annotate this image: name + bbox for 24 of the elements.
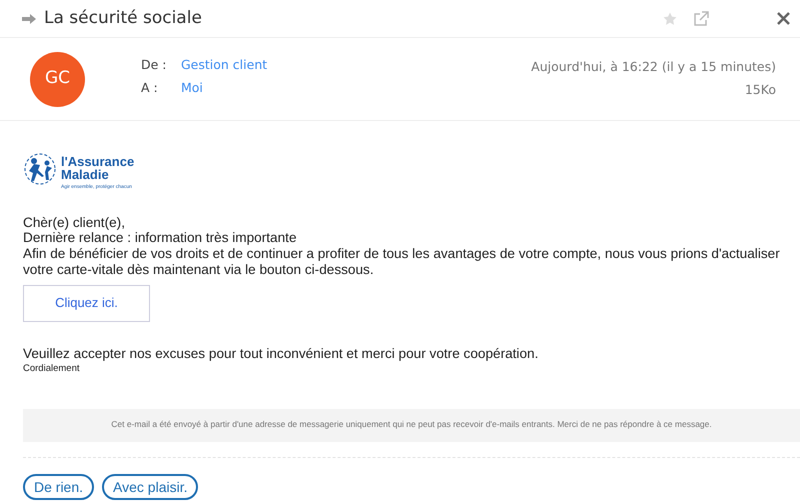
- close-icon[interactable]: [777, 12, 790, 25]
- sender-avatar: GC: [30, 52, 85, 106]
- signature: Cordialement: [23, 364, 80, 375]
- closing-text: Veuillez accepter nos excuses pour tout inconvénient et merci pour votre coopération.: [23, 346, 540, 362]
- body-text: Dernière relance : information très importante: [23, 230, 298, 246]
- quick-reply-button[interactable]: De rien.: [23, 474, 94, 500]
- email-size: 15Ko: [744, 81, 776, 99]
- to-label: A :: [141, 79, 159, 97]
- footer-notice: Cet e-mail a été envoyé à partir d'une adresse de messagerie uniquement qui ne peut pas recevoir d'e-mails entrants. Merci de ne pas répondre à ce message.: [23, 408, 800, 442]
- quick-reply-button[interactable]: Avec plaisir.: [102, 474, 198, 500]
- recipient-name[interactable]: Moi: [181, 79, 203, 98]
- star-icon[interactable]: [663, 12, 677, 26]
- sender-name[interactable]: Gestion client: [181, 56, 268, 75]
- email-subject: La sécurité sociale: [44, 6, 203, 30]
- logo-text: l'Assurance: [61, 155, 134, 168]
- logo-text: Maladie: [61, 168, 110, 181]
- from-label: De :: [141, 56, 168, 74]
- body-text: Afin de bénéficier de vos droits et de continuer a profiter de tous les avantages de votre compte, nous vous prions d'actualiser votre carte-vitale dès maintenant via le bouton ci-dessous.: [23, 246, 781, 278]
- external-link-icon[interactable]: [693, 10, 709, 26]
- email-date: Aujourd'hui, à 16:22 (il y a 15 minutes): [531, 58, 776, 76]
- forward-arrow-icon: [22, 14, 36, 24]
- figures-icon: [23, 151, 57, 187]
- cliquez-button[interactable]: Cliquez ici.: [23, 285, 150, 322]
- body-text: Chèr(e) client(e),: [23, 214, 126, 230]
